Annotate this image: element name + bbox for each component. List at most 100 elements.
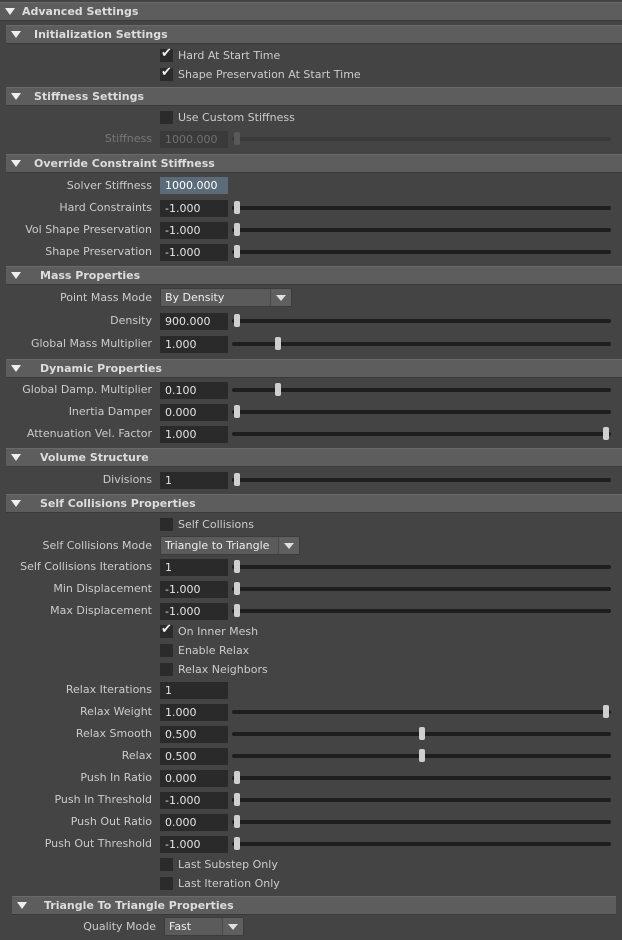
density-field[interactable]: 900.000 — [160, 313, 228, 330]
divisions-field[interactable]: 1 — [160, 472, 228, 489]
stiffness-field[interactable]: 1000.000 — [160, 131, 228, 148]
enable-relax-checkbox[interactable] — [160, 644, 173, 657]
push-out-ratio-slider[interactable] — [232, 815, 611, 828]
hard-constraints-field[interactable]: -1.000 — [160, 200, 228, 217]
min-displacement-slider[interactable] — [232, 582, 611, 595]
vol-shape-preservation-label: Vol Shape Preservation — [25, 223, 152, 236]
inertia-damper-slider[interactable] — [232, 405, 611, 418]
self-collisions-mode-dropdown[interactable]: Triangle to Triangle — [160, 536, 300, 555]
relax-iterations-field[interactable]: 1 — [160, 682, 228, 699]
section-volume-structure[interactable]: Volume Structure — [6, 448, 622, 467]
slider-handle[interactable] — [603, 427, 609, 440]
shape-preservation-field[interactable]: -1.000 — [160, 244, 228, 261]
slider-handle[interactable] — [234, 793, 240, 806]
max-displacement-slider[interactable] — [232, 604, 611, 617]
use-custom-stiffness-label: Use Custom Stiffness — [178, 111, 295, 124]
relax-slider[interactable] — [232, 749, 611, 762]
collapse-triangle-icon[interactable] — [11, 365, 21, 372]
slider-handle[interactable] — [274, 337, 281, 350]
max-displacement-field[interactable]: -1.000 — [160, 603, 228, 620]
attenuation-vel-factor-slider[interactable] — [232, 427, 611, 440]
slider-handle[interactable] — [234, 604, 240, 617]
slider-handle[interactable] — [234, 132, 240, 145]
last-iteration-only-checkbox[interactable] — [160, 877, 173, 890]
self-collisions-iterations-field[interactable]: 1 — [160, 559, 228, 576]
section-stiffness-settings[interactable]: Stiffness Settings — [6, 87, 622, 106]
relax-weight-field[interactable]: 1.000 — [160, 704, 228, 721]
push-in-ratio-field[interactable]: 0.000 — [160, 770, 228, 787]
self-collisions-iterations-slider[interactable] — [232, 560, 611, 573]
slider-handle[interactable] — [234, 201, 240, 214]
slider-handle[interactable] — [234, 582, 240, 595]
collapse-triangle-icon[interactable] — [11, 500, 21, 507]
section-advanced-settings[interactable]: Advanced Settings — [0, 2, 622, 21]
shape-preservation-slider[interactable] — [232, 245, 611, 258]
section-mass-properties[interactable]: Mass Properties — [6, 266, 622, 285]
slider-handle[interactable] — [234, 560, 240, 573]
section-initialization-settings[interactable]: Initialization Settings — [6, 25, 622, 44]
relax-neighbors-checkbox[interactable] — [160, 663, 173, 676]
point-mass-mode-dropdown[interactable]: By Density — [160, 288, 292, 307]
dropdown-button[interactable] — [222, 918, 243, 935]
attenuation-vel-factor-field[interactable]: 1.000 — [160, 426, 228, 443]
push-out-threshold-slider[interactable] — [232, 837, 611, 850]
vol-shape-preservation-slider[interactable] — [232, 223, 611, 236]
shape-preservation-start-checkbox[interactable]: ✔ — [160, 65, 173, 81]
collapse-triangle-icon[interactable] — [11, 160, 21, 167]
global-damp-multiplier-slider[interactable] — [232, 383, 611, 396]
vol-shape-preservation-field[interactable]: -1.000 — [160, 222, 228, 239]
push-out-threshold-field[interactable]: -1.000 — [160, 836, 228, 853]
push-in-threshold-slider[interactable] — [232, 793, 611, 806]
self-collisions-checkbox[interactable] — [160, 518, 173, 531]
quality-mode-dropdown[interactable]: Fast — [164, 917, 244, 936]
slider-handle[interactable] — [603, 705, 609, 718]
section-title: Advanced Settings — [22, 5, 139, 18]
hard-constraints-slider[interactable] — [232, 201, 611, 214]
slider-handle[interactable] — [274, 383, 281, 396]
on-inner-mesh-checkbox[interactable]: ✔ — [160, 622, 173, 638]
slider-handle[interactable] — [234, 405, 240, 418]
slider-handle[interactable] — [234, 245, 240, 258]
collapse-triangle-icon[interactable] — [11, 272, 21, 279]
relax-smooth-slider[interactable] — [232, 727, 611, 740]
section-self-collisions-properties[interactable]: Self Collisions Properties — [6, 494, 622, 513]
global-mass-multiplier-slider[interactable] — [232, 337, 611, 350]
solver-stiffness-field[interactable]: 1000.000 — [160, 177, 228, 194]
stiffness-slider[interactable] — [232, 132, 611, 145]
inertia-damper-field[interactable]: 0.000 — [160, 404, 228, 421]
global-damp-multiplier-field[interactable]: 0.100 — [160, 382, 228, 399]
push-in-threshold-field[interactable]: -1.000 — [160, 792, 228, 809]
hard-at-start-checkbox[interactable]: ✔ — [160, 46, 173, 62]
collapse-triangle-icon[interactable] — [5, 8, 15, 15]
use-custom-stiffness-checkbox[interactable] — [160, 111, 173, 124]
section-title: Stiffness Settings — [34, 90, 144, 103]
dropdown-button[interactable] — [278, 537, 299, 554]
density-slider[interactable] — [232, 314, 611, 327]
slider-handle[interactable] — [234, 223, 240, 236]
slider-handle[interactable] — [234, 837, 240, 850]
push-in-ratio-slider[interactable] — [232, 771, 611, 784]
collapse-triangle-icon[interactable] — [17, 902, 27, 909]
min-displacement-field[interactable]: -1.000 — [160, 581, 228, 598]
section-dynamic-properties[interactable]: Dynamic Properties — [6, 359, 622, 378]
push-out-ratio-field[interactable]: 0.000 — [160, 814, 228, 831]
slider-handle[interactable] — [418, 749, 425, 762]
section-override-constraint-stiffness[interactable]: Override Constraint Stiffness — [6, 154, 622, 173]
slider-handle[interactable] — [234, 771, 240, 784]
divisions-slider[interactable] — [232, 473, 611, 486]
chevron-down-icon — [276, 295, 286, 301]
slider-handle[interactable] — [234, 473, 240, 486]
relax-smooth-field[interactable]: 0.500 — [160, 726, 228, 743]
slider-handle[interactable] — [234, 314, 240, 327]
collapse-triangle-icon[interactable] — [11, 93, 21, 100]
section-triangle-to-triangle-properties[interactable]: Triangle To Triangle Properties — [12, 896, 616, 915]
dropdown-button[interactable] — [270, 289, 291, 306]
last-substep-only-checkbox[interactable] — [160, 858, 173, 871]
collapse-triangle-icon[interactable] — [11, 454, 21, 461]
relax-field[interactable]: 0.500 — [160, 748, 228, 765]
slider-handle[interactable] — [418, 727, 425, 740]
relax-weight-slider[interactable] — [232, 705, 611, 718]
slider-handle[interactable] — [234, 815, 240, 828]
collapse-triangle-icon[interactable] — [11, 31, 21, 38]
global-mass-multiplier-field[interactable]: 1.000 — [160, 336, 228, 353]
